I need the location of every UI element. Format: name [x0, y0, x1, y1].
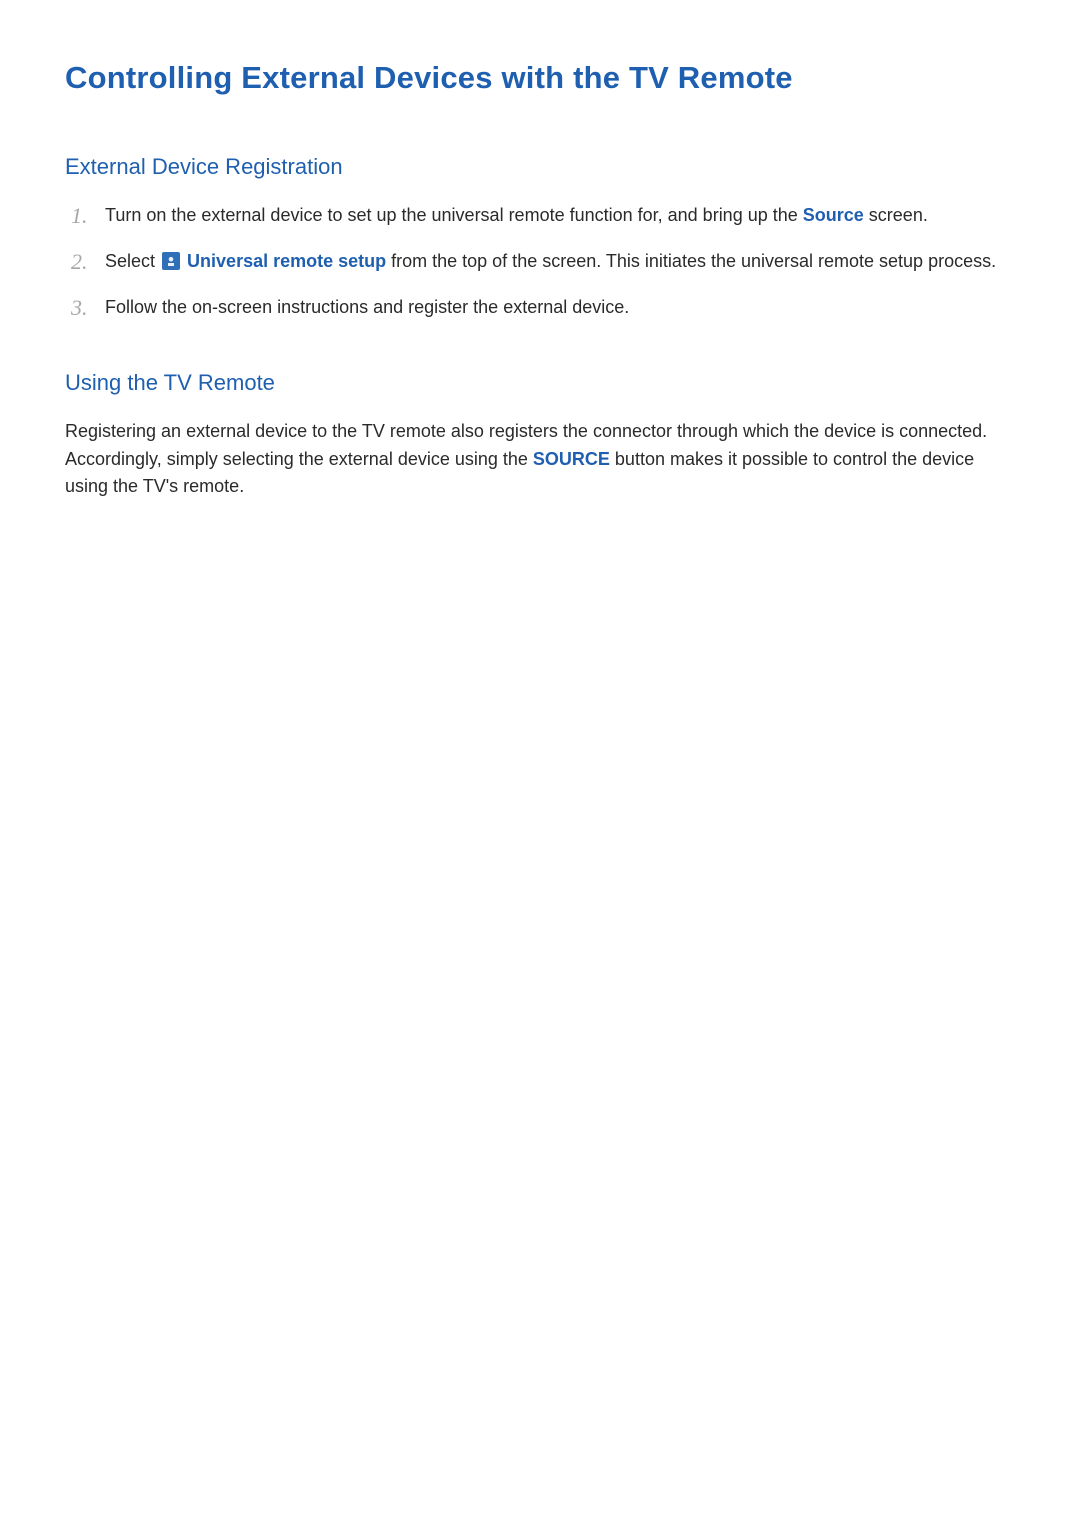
- section-external-device-registration: External Device Registration Turn on the…: [65, 154, 1015, 322]
- step-item: Follow the on-screen instructions and re…: [71, 294, 1015, 322]
- step-text-pre: Follow the on-screen instructions and re…: [105, 297, 629, 317]
- keyword-source: Source: [803, 205, 864, 225]
- section-heading-registration: External Device Registration: [65, 154, 1015, 180]
- universal-remote-icon: [162, 252, 180, 270]
- section-heading-using-remote: Using the TV Remote: [65, 370, 1015, 396]
- keyword-source-button: SOURCE: [533, 449, 610, 469]
- registration-steps-list: Turn on the external device to set up th…: [65, 202, 1015, 322]
- keyword-universal-remote-setup: Universal remote setup: [187, 251, 386, 271]
- step-text-post: from the top of the screen. This initiat…: [386, 251, 996, 271]
- page-title: Controlling External Devices with the TV…: [65, 60, 1015, 96]
- step-text-post: screen.: [864, 205, 928, 225]
- section-using-tv-remote: Using the TV Remote Registering an exter…: [65, 370, 1015, 502]
- step-text-pre: Select: [105, 251, 160, 271]
- step-item: Select Universal remote setup from the t…: [71, 248, 1015, 276]
- step-item: Turn on the external device to set up th…: [71, 202, 1015, 230]
- step-text-pre: Turn on the external device to set up th…: [105, 205, 803, 225]
- document-page: Controlling External Devices with the TV…: [0, 0, 1080, 1527]
- using-remote-paragraph: Registering an external device to the TV…: [65, 418, 1015, 502]
